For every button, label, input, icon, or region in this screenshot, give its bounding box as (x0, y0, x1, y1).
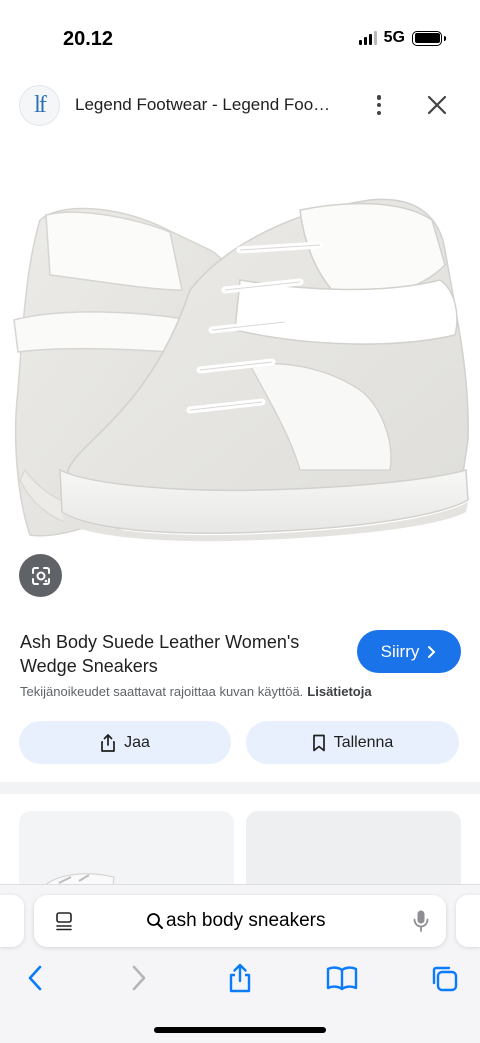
mic-icon[interactable] (412, 909, 430, 933)
home-indicator[interactable] (154, 1027, 326, 1033)
chevron-right-icon (428, 645, 436, 658)
learn-more-link[interactable]: Lisätietoja (307, 684, 371, 699)
copyright-text: Tekijänoikeudet saattavat rajoittaa kuva… (20, 684, 304, 699)
bookmarks-button[interactable] (326, 963, 358, 993)
battery-icon (412, 30, 446, 46)
product-title[interactable]: Ash Body Suede Leather Women's Wedge Sne… (20, 630, 340, 678)
search-icon (147, 913, 163, 929)
reader-icon[interactable] (54, 911, 74, 931)
ios-share-icon (229, 963, 251, 993)
product-image[interactable] (0, 140, 480, 610)
tabs-icon (432, 966, 458, 992)
share-button[interactable]: Jaa (19, 721, 231, 764)
previous-tab-peek[interactable] (0, 895, 24, 947)
ios-share-button[interactable] (225, 963, 255, 993)
forward-button[interactable] (124, 963, 154, 993)
browser-toolbar: ash body sneakers (0, 884, 480, 1043)
forward-icon (132, 965, 146, 991)
share-icon (101, 733, 115, 752)
next-tab-peek[interactable] (456, 895, 480, 947)
site-logo[interactable]: lf (19, 85, 60, 126)
address-bar[interactable]: ash body sneakers (34, 895, 446, 947)
visit-button[interactable]: Siirry (357, 630, 461, 673)
signal-icon (358, 31, 377, 45)
save-label: Tallenna (333, 733, 394, 751)
google-lens-icon (31, 566, 50, 585)
visit-label: Siirry (380, 641, 420, 661)
bookmarks-icon (326, 966, 358, 991)
address-text-wrap[interactable]: ash body sneakers (146, 910, 326, 932)
network-label: 5G (383, 29, 405, 46)
bookmark-icon (312, 734, 325, 751)
save-button[interactable]: Tallenna (246, 721, 459, 764)
back-button[interactable] (20, 963, 50, 993)
tabs-button[interactable] (429, 963, 459, 993)
copyright-notice: Tekijänoikeudet saattavat rajoittaa kuva… (20, 684, 460, 699)
status-indicators: 5G (358, 29, 446, 47)
site-title[interactable]: Legend Footwear - Legend Foo… (75, 95, 345, 115)
share-label: Jaa (124, 733, 150, 751)
status-time: 20.12 (63, 28, 114, 50)
browser-nav (0, 957, 480, 997)
close-icon[interactable] (424, 92, 450, 118)
section-divider (0, 782, 480, 794)
address-query: ash body sneakers (166, 910, 326, 931)
site-header: lf Legend Footwear - Legend Foo… (0, 80, 480, 132)
google-lens-button[interactable] (19, 554, 62, 597)
more-vert-icon[interactable] (368, 93, 390, 117)
back-icon (28, 965, 42, 991)
status-bar: 20.12 5G (0, 0, 480, 76)
